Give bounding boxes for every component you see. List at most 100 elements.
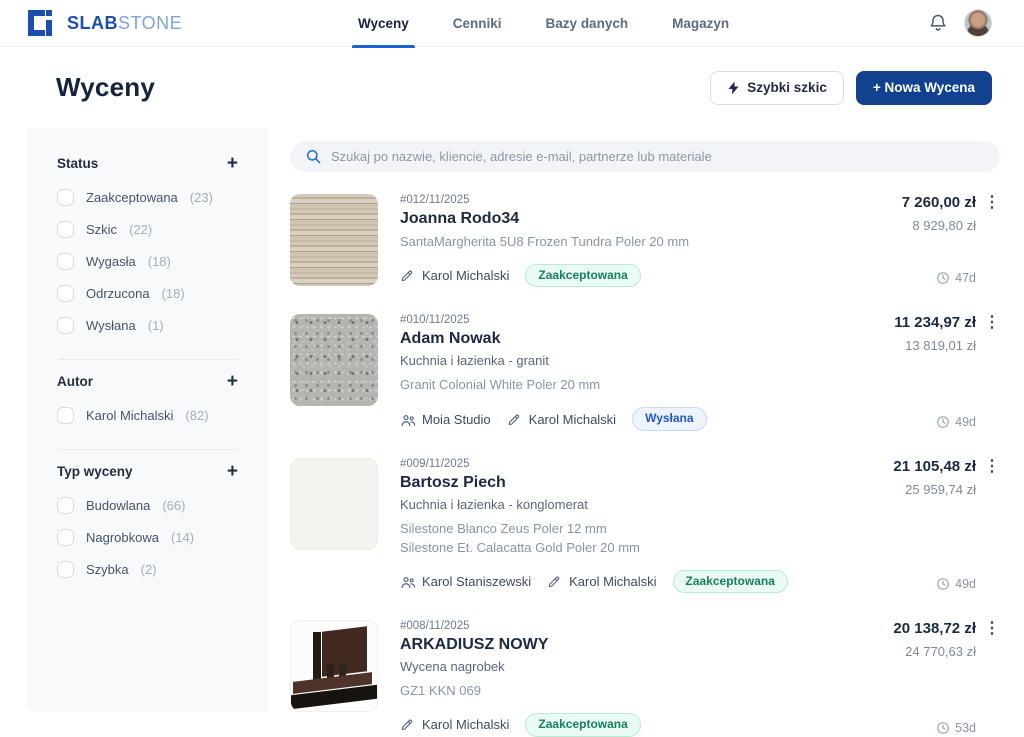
clock-icon (936, 721, 950, 735)
user-avatar[interactable] (964, 9, 992, 37)
slabstone-logo-icon (28, 10, 58, 36)
quick-sketch-button[interactable]: Szybki szkic (710, 71, 844, 105)
filters-sidebar: Status + Zaakceptowana (23) Szkic (22) W… (27, 128, 268, 711)
clock-icon (936, 415, 950, 429)
expand-plus-icon[interactable]: + (227, 462, 238, 481)
filter-section-autor: Autor + Karol Michalski (82) (57, 359, 238, 449)
quote-price: 7 260,00 zł (902, 194, 976, 211)
material-thumbnail (290, 620, 378, 712)
search-input[interactable]: Szukaj po nazwie, kliencie, adresie e-ma… (290, 141, 1000, 172)
checkbox[interactable] (57, 497, 74, 514)
new-quote-button[interactable]: + Nowa Wycena (856, 71, 992, 105)
quote-client-name: ARKADIUSZ NOWY (400, 636, 828, 654)
quote-material: Silestone Et. Calacatta Gold Poler 20 mm (400, 539, 828, 558)
nav-tab-bazy-danych[interactable]: Bazy danych (546, 0, 629, 47)
quote-price: 11 234,97 zł (894, 314, 976, 331)
status-badge: Zaakceptowana (525, 264, 640, 288)
material-thumbnail (290, 458, 378, 550)
filter-option[interactable]: Wysłana (1) (57, 317, 238, 334)
quote-id: #009/11/2025 (400, 458, 828, 470)
quote-age: 47d (936, 271, 976, 287)
author-pencil-icon (547, 574, 562, 589)
filter-section-title: Status (57, 156, 98, 171)
checkbox[interactable] (57, 189, 74, 206)
quote-price: 20 138,72 zł (893, 620, 976, 637)
brand-logo[interactable]: SLABSTONE (28, 10, 182, 36)
checkbox[interactable] (57, 317, 74, 334)
checkbox[interactable] (57, 407, 74, 424)
quote-client-name: Joanna Rodo34 (400, 210, 828, 228)
quote-client-name: Adam Nowak (400, 330, 828, 348)
filter-option[interactable]: Szybka (2) (57, 561, 238, 578)
quote-material: Granit Colonial White Poler 20 mm (400, 376, 828, 395)
search-icon (306, 149, 321, 164)
filter-option[interactable]: Szkic (22) (57, 221, 238, 238)
material-thumbnail (290, 194, 378, 286)
quote-id: #012/11/2025 (400, 194, 828, 206)
checkbox[interactable] (57, 529, 74, 546)
quote-price-alt: 24 770,63 zł (905, 644, 976, 659)
partner-people-icon (400, 412, 415, 427)
quote-material: GZ1 KKN 069 (400, 682, 828, 701)
status-badge: Wysłana (632, 407, 706, 431)
quote-age: 49d (936, 577, 976, 593)
filter-option[interactable]: Budowlana (66) (57, 497, 238, 514)
quote-material: Silestone Blanco Zeus Poler 12 mm (400, 520, 828, 539)
quote-price-alt: 25 959,74 zł (905, 482, 976, 497)
status-badge: Zaakceptowana (525, 713, 640, 737)
quote-row[interactable]: #009/11/2025 Bartosz Piech Kuchnia i łaz… (290, 458, 1000, 593)
checkbox[interactable] (57, 253, 74, 270)
page-header: Wyceny Szybki szkic + Nowa Wycena (0, 47, 1024, 128)
quote-subtitle: Kuchnia i łazienka - konglomerat (400, 497, 828, 512)
filter-section-title: Autor (57, 374, 93, 389)
status-badge: Zaakceptowana (673, 570, 788, 594)
search-placeholder: Szukaj po nazwie, kliencie, adresie e-ma… (331, 149, 712, 164)
expand-plus-icon[interactable]: + (227, 372, 238, 391)
nav-tab-wyceny[interactable]: Wyceny (358, 0, 409, 47)
filter-option[interactable]: Karol Michalski (82) (57, 407, 238, 424)
quote-author: Karol Michalski (400, 717, 509, 732)
clock-icon (936, 577, 950, 591)
quote-material: SantaMargherita 5U8 Frozen Tundra Poler … (400, 233, 828, 252)
quote-age: 49d (936, 415, 976, 431)
quote-partner: Karol Staniszewski (400, 574, 531, 589)
author-pencil-icon (400, 268, 415, 283)
author-pencil-icon (507, 412, 522, 427)
quote-age: 53d (936, 721, 976, 737)
filter-section-title: Typ wyceny (57, 464, 133, 479)
quote-author: Karol Michalski (547, 574, 656, 589)
quote-id: #008/11/2025 (400, 620, 828, 632)
filter-option[interactable]: Zaakceptowana (23) (57, 189, 238, 206)
quote-price: 21 105,48 zł (893, 458, 976, 475)
page-title: Wyceny (56, 72, 155, 103)
author-pencil-icon (400, 717, 415, 732)
filter-option[interactable]: Nagrobkowa (14) (57, 529, 238, 546)
quotes-main: Szukaj po nazwie, kliencie, adresie e-ma… (290, 128, 1000, 711)
quote-list: #012/11/2025 Joanna Rodo34 SantaMargheri… (290, 194, 1000, 737)
quote-row[interactable]: #012/11/2025 Joanna Rodo34 SantaMargheri… (290, 194, 1000, 287)
quote-subtitle: Kuchnia i łazienka - granit (400, 353, 828, 368)
row-menu-kebab-icon[interactable]: ⋮ (984, 620, 1000, 638)
expand-plus-icon[interactable]: + (227, 154, 238, 173)
filter-section-typ-wyceny: Typ wyceny + Budowlana (66) Nagrobkowa (… (57, 449, 238, 603)
quote-row[interactable]: #008/11/2025 ARKADIUSZ NOWY Wycena nagro… (290, 620, 1000, 736)
quote-author: Karol Michalski (400, 268, 509, 283)
quote-client-name: Bartosz Piech (400, 474, 828, 492)
notifications-bell-icon[interactable] (928, 13, 948, 33)
checkbox[interactable] (57, 221, 74, 238)
row-menu-kebab-icon[interactable]: ⋮ (984, 314, 1000, 332)
nav-tab-cenniki[interactable]: Cenniki (453, 0, 502, 47)
checkbox[interactable] (57, 285, 74, 302)
checkbox[interactable] (57, 561, 74, 578)
quote-partner: Moia Studio (400, 412, 491, 427)
row-menu-kebab-icon[interactable]: ⋮ (984, 194, 1000, 212)
main-nav: Wyceny Cenniki Bazy danych Magazyn (358, 0, 729, 47)
row-menu-kebab-icon[interactable]: ⋮ (984, 458, 1000, 476)
filter-option[interactable]: Wygasła (18) (57, 253, 238, 270)
top-navbar: SLABSTONE Wyceny Cenniki Bazy danych Mag… (0, 0, 1024, 47)
brand-name: SLABSTONE (67, 13, 182, 34)
clock-icon (936, 271, 950, 285)
nav-tab-magazyn[interactable]: Magazyn (672, 0, 729, 47)
quote-row[interactable]: #010/11/2025 Adam Nowak Kuchnia i łazien… (290, 314, 1000, 430)
filter-option[interactable]: Odrzucona (18) (57, 285, 238, 302)
